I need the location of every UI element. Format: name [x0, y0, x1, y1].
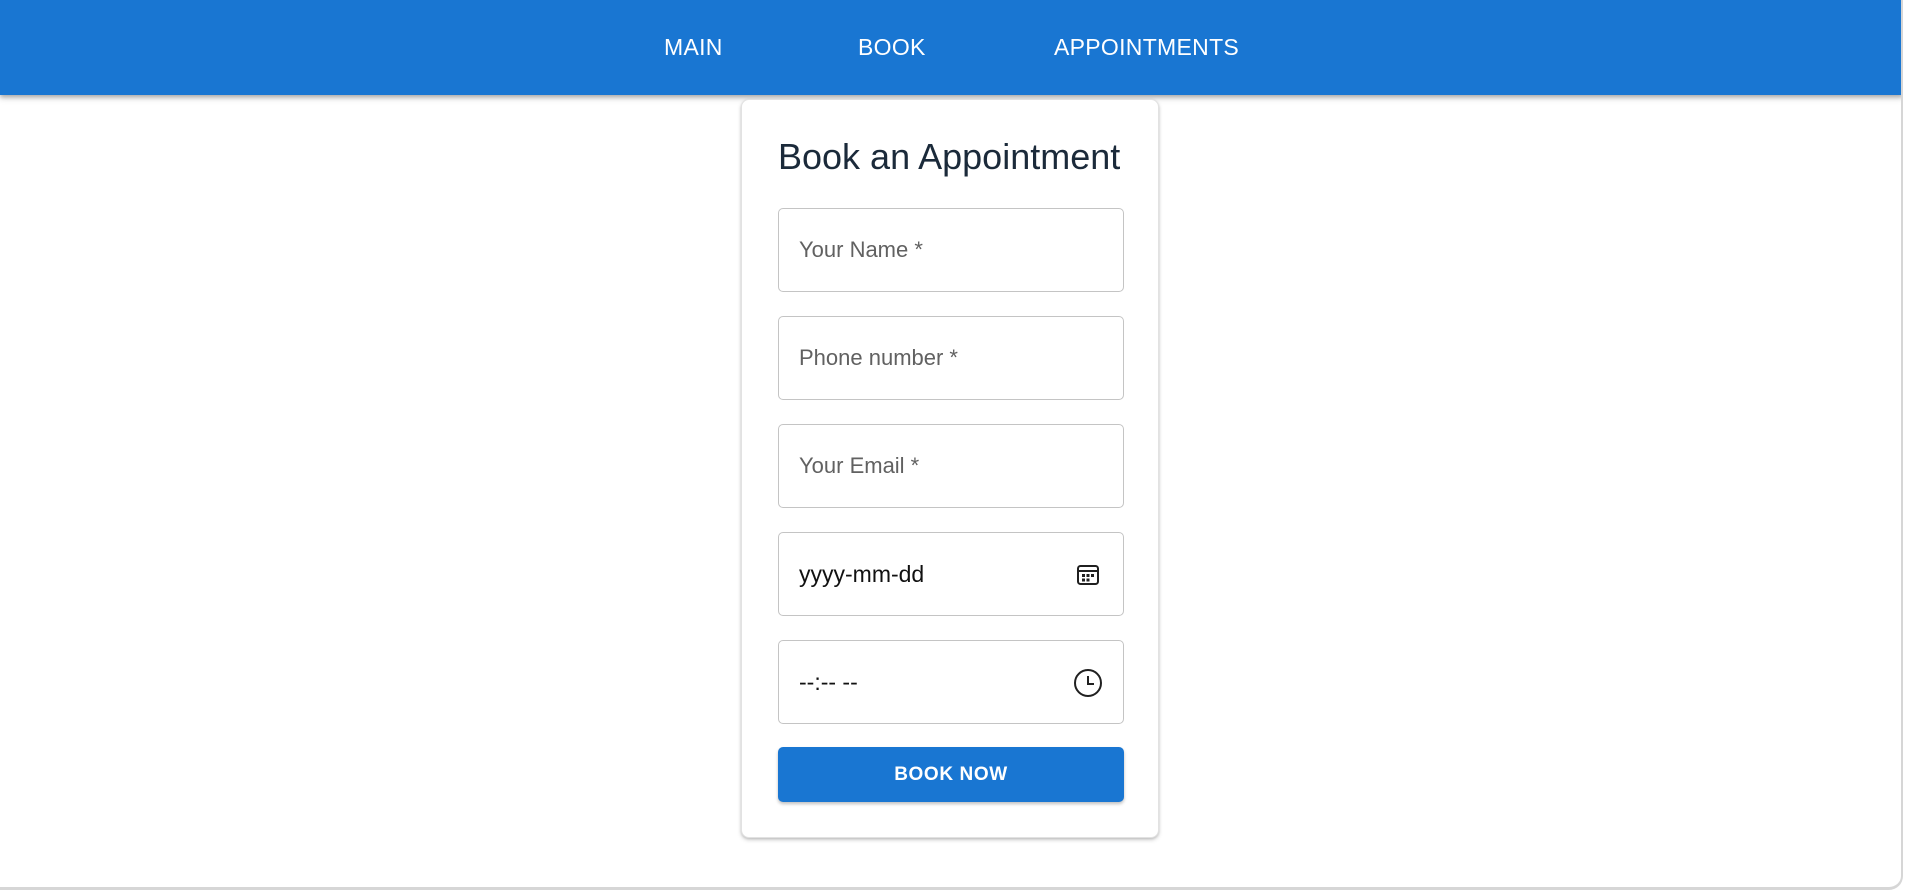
phone-field-placeholder: Phone number *: [799, 345, 958, 370]
form-title: Book an Appointment: [778, 136, 1121, 177]
calendar-icon[interactable]: [1073, 560, 1103, 590]
time-field-value: --:-- --: [799, 669, 858, 695]
name-field[interactable]: Your Name *: [778, 208, 1124, 292]
clock-icon[interactable]: [1073, 668, 1103, 698]
nav-link-book[interactable]: BOOK: [858, 0, 926, 94]
time-field[interactable]: --:-- --: [778, 640, 1124, 724]
nav-link-main[interactable]: MAIN: [664, 0, 723, 94]
app-window: MAIN BOOK APPOINTMENTS Book an Appointme…: [0, 0, 1903, 890]
phone-field[interactable]: Phone number *: [778, 316, 1124, 400]
email-field-placeholder: Your Email *: [799, 453, 920, 478]
date-field[interactable]: yyyy-mm-dd: [778, 532, 1124, 616]
name-field-placeholder: Your Name *: [799, 237, 923, 262]
book-now-button[interactable]: BOOK NOW: [778, 747, 1124, 802]
nav-link-appointments[interactable]: APPOINTMENTS: [1054, 0, 1239, 94]
date-field-value: yyyy-mm-dd: [799, 561, 925, 587]
top-app-bar: MAIN BOOK APPOINTMENTS: [0, 0, 1901, 95]
booking-card: Book an Appointment Your Name * Phone nu…: [741, 99, 1159, 838]
email-field[interactable]: Your Email *: [778, 424, 1124, 508]
